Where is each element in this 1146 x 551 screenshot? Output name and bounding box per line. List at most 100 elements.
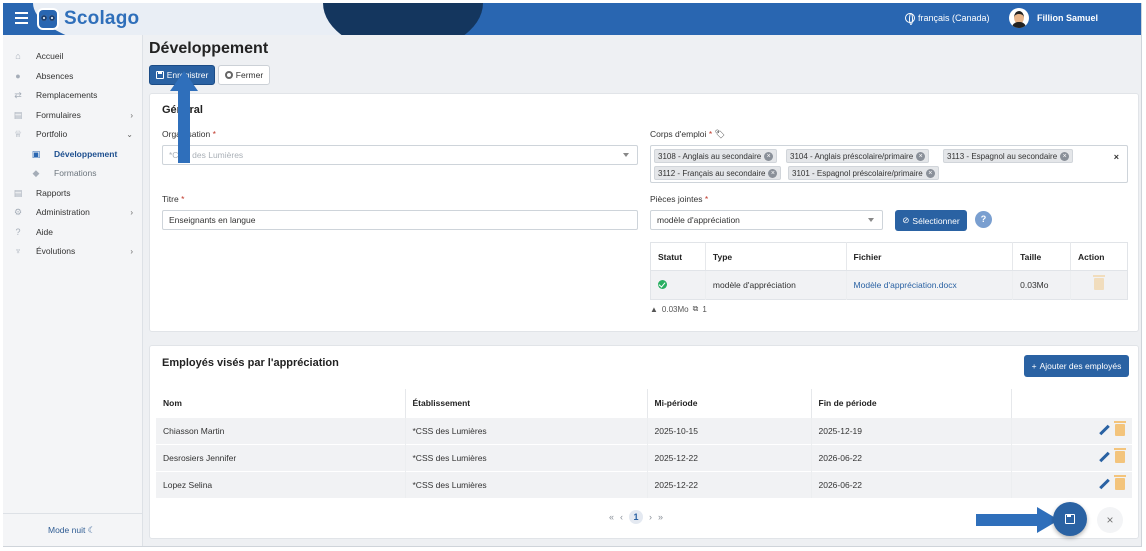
brand-name: Scolago (64, 8, 140, 29)
corps-tag: 3113 - Espagnol au secondaire × (943, 149, 1074, 163)
sidebar-item-label: Rapports (36, 188, 71, 198)
scolago-logo[interactable]: Scolago (37, 6, 139, 32)
night-mode-toggle[interactable]: Mode nuit ☾ (48, 525, 95, 536)
corps-emploi-multiselect[interactable]: 3108 - Anglais au secondaire × 3104 - Ang… (650, 145, 1128, 183)
action-cell (1070, 270, 1128, 300)
sidebar-item-absences[interactable]: ● Absences (12, 68, 137, 84)
pencil-icon[interactable] (1099, 452, 1110, 463)
mid-period-cell: 2025-12-22 (647, 470, 812, 498)
pieces-jointes-label: Pièces jointes * (650, 194, 709, 204)
user-name: Fillion Samuel (1037, 13, 1099, 23)
corps-tag-label: 3112 - Français au secondaire (658, 168, 766, 178)
next-page-button[interactable]: › (649, 512, 652, 522)
document-icon: ▤ (13, 110, 23, 120)
column-header: Statut (650, 242, 706, 271)
last-page-button[interactable]: » (658, 512, 663, 522)
check-circle-icon (658, 279, 667, 289)
trash-icon[interactable] (1114, 420, 1126, 436)
floppy-disk-icon (1065, 514, 1075, 524)
titre-input[interactable]: Enseignants en langue (162, 210, 638, 230)
tags-icon: 🏷 (714, 129, 726, 139)
graduation-cap-icon: ◆ (32, 168, 40, 178)
table-row: modèle d'appréciation Modèle d'appréciat… (650, 270, 1128, 300)
end-period-cell: 2025-12-19 (811, 416, 1012, 444)
app-frame: Scolago français (Canada) Fillion Samuel… (3, 3, 1142, 547)
pencil-icon[interactable] (1099, 425, 1110, 436)
table-row: Chiasson Martin *CSS des Lumières 2025-1… (156, 416, 1132, 444)
mid-period-cell: 2025-12-22 (647, 443, 812, 471)
sidebar-item-developpement[interactable]: ▣ Développement (30, 146, 135, 162)
trash-icon[interactable] (1093, 275, 1106, 290)
sidebar-item-label: Évolutions (36, 246, 76, 256)
sidebar: ⌂ Accueil ● Absences ⇄ Remplacements ▤ F… (3, 35, 143, 546)
attachment-type-select[interactable]: modèle d'appréciation (650, 210, 883, 230)
sidebar-item-accueil[interactable]: ⌂ Accueil (12, 48, 137, 64)
attachment-type-value: modèle d'appréciation (657, 215, 740, 225)
sidebar-item-portfolio[interactable]: ♕ Portfolio ⌄ (12, 126, 137, 142)
remove-tag-icon[interactable]: × (916, 151, 926, 161)
general-card: Général Organisation * *CSS des Lumières… (149, 93, 1139, 332)
remove-tag-icon[interactable]: × (925, 168, 935, 178)
sidebar-item-evolutions[interactable]: ♆ Évolutions › (12, 243, 137, 259)
sidebar-item-label: Remplacements (36, 90, 98, 100)
hamburger-menu-icon[interactable] (15, 12, 28, 24)
attachments-table: Statut Type Fichier Taille Action modèle… (650, 242, 1128, 300)
help-icon[interactable]: ? (975, 211, 992, 228)
sidebar-item-aide[interactable]: ? Aide (12, 224, 137, 240)
status-cell (650, 270, 706, 300)
page-title: Développement (149, 40, 269, 57)
organisation-select[interactable]: *CSS des Lumières (162, 145, 638, 165)
clear-all-icon[interactable]: × (1114, 152, 1119, 162)
select-file-button[interactable]: ⊘ Sélectionner (895, 210, 967, 231)
titre-value: Enseignants en langue (169, 215, 256, 225)
sidebar-item-label: Formations (54, 168, 97, 178)
first-page-button[interactable]: « (609, 512, 614, 522)
pencil-icon[interactable] (1099, 479, 1110, 490)
add-employees-button[interactable]: + Ajouter des employés (1024, 355, 1129, 377)
sidebar-item-administration[interactable]: ⚙ Administration › (12, 204, 137, 220)
column-header: Établissement (405, 389, 648, 417)
column-header (1011, 389, 1132, 417)
user-menu[interactable]: Fillion Samuel (1009, 8, 1098, 28)
sidebar-item-remplacements[interactable]: ⇄ Remplacements (12, 87, 137, 103)
sidebar-item-rapports[interactable]: ▤ Rapports (12, 185, 137, 201)
column-header: Fin de période (811, 389, 1012, 417)
actions-cell (1011, 470, 1132, 498)
sidebar-divider (3, 513, 143, 514)
trash-icon[interactable] (1114, 447, 1126, 463)
sidebar-item-label: Absences (36, 71, 74, 81)
trophy-icon: ♕ (13, 129, 23, 139)
close-button[interactable]: Fermer (218, 65, 270, 85)
actions-cell (1011, 416, 1132, 444)
column-header: Mi-période (647, 389, 812, 417)
file-count: 1 (702, 304, 707, 314)
sidebar-item-formulaires[interactable]: ▤ Formulaires › (12, 107, 137, 123)
corps-tag: 3101 - Espagnol préscolaire/primaire × (788, 166, 939, 180)
page-1-button[interactable]: 1 (629, 510, 644, 524)
corps-tag-label: 3113 - Espagnol au secondaire (947, 151, 1058, 161)
person-minus-icon: ● (15, 71, 21, 81)
chevron-right-icon: › (130, 246, 133, 256)
home-icon: ⌂ (15, 51, 21, 61)
pieces-jointes-label-text: Pièces jointes (650, 194, 703, 204)
prev-page-button[interactable]: ‹ (620, 512, 623, 522)
swap-icon: ⇄ (14, 90, 22, 100)
titre-label-text: Titre (162, 194, 179, 204)
floating-save-button[interactable] (1053, 502, 1087, 536)
column-header: Fichier (846, 242, 1014, 271)
sidebar-item-formations[interactable]: ◆ Formations (30, 165, 135, 181)
remove-tag-icon[interactable]: × (764, 151, 774, 161)
column-header: Type (705, 242, 847, 271)
sidebar-item-label: Formulaires (36, 110, 81, 120)
select-file-label: Sélectionner (912, 215, 960, 226)
remove-tag-icon[interactable]: × (768, 168, 778, 178)
trash-icon[interactable] (1114, 474, 1126, 490)
owl-logo-icon (37, 8, 59, 30)
remove-tag-icon[interactable]: × (1060, 151, 1070, 161)
name-cell: Desrosiers Jennifer (156, 443, 406, 471)
floating-close-button[interactable]: × (1097, 507, 1123, 533)
language-selector[interactable]: français (Canada) (905, 13, 990, 25)
file-link[interactable]: Modèle d'appréciation.docx (854, 280, 957, 290)
sidebar-item-label: Développement (54, 149, 118, 159)
weight-icon: ▲ (650, 304, 658, 314)
